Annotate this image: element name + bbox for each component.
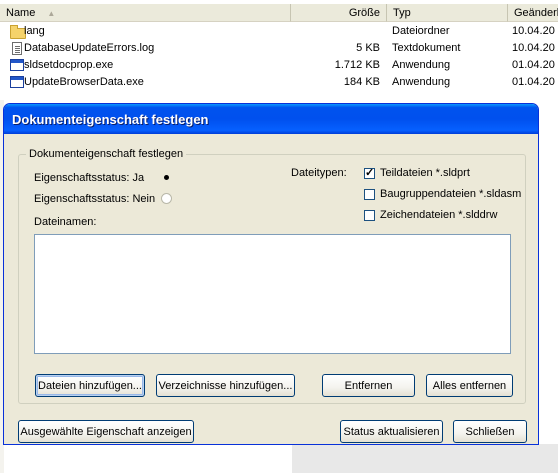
remove-button[interactable]: Entfernen <box>322 374 415 397</box>
file-type: Anwendung <box>392 59 451 71</box>
part-files-label: Teildateien *.sldprt <box>380 167 470 179</box>
close-button[interactable]: Schließen <box>453 420 527 443</box>
add-folders-button[interactable]: Verzeichnisse hinzufügen... <box>156 374 295 397</box>
part-files-checkbox[interactable] <box>364 166 375 179</box>
application-icon <box>10 59 24 71</box>
column-name-label: Name <box>6 7 36 19</box>
filenames-listbox[interactable] <box>34 234 511 354</box>
column-header-type[interactable]: Typ <box>387 4 508 22</box>
sort-ascending-icon: ▲ <box>47 9 56 18</box>
filetypes-label: Dateitypen: <box>291 167 347 179</box>
file-row[interactable]: DatabaseUpdateErrors.log 5 KB Textdokume… <box>0 40 558 57</box>
file-size: 5 KB <box>356 42 380 54</box>
background-area <box>292 444 558 473</box>
file-type: Dateiordner <box>392 25 450 37</box>
drawing-files-label: Zeichendateien *.slddrw <box>380 209 498 221</box>
file-row[interactable]: sldsetdocprop.exe 1.712 KB Anwendung 01.… <box>0 57 558 74</box>
file-date: 01.04.20 <box>512 76 555 88</box>
add-files-button[interactable]: Dateien hinzufügen... <box>35 374 145 397</box>
file-name: UpdateBrowserData.exe <box>24 76 144 88</box>
file-size: 184 KB <box>343 76 380 88</box>
column-size-label: Größe <box>348 7 380 19</box>
file-size: 1.712 KB <box>334 59 380 71</box>
file-row[interactable]: UpdateBrowserData.exe 184 KB Anwendung 0… <box>0 74 558 91</box>
column-header-name[interactable]: Name ▲ <box>0 4 291 22</box>
column-header-date[interactable]: Geänderl <box>508 4 558 22</box>
dialog-title: Dokumenteigenschaft festlegen <box>12 112 209 127</box>
show-selected-property-button[interactable]: Ausgewählte Eigenschaft anzeigen <box>18 420 194 443</box>
column-header-size[interactable]: Größe <box>291 4 387 22</box>
column-type-label: Typ <box>393 7 411 19</box>
text-document-icon <box>12 42 22 55</box>
status-yes-radio[interactable] <box>161 172 172 183</box>
file-type: Textdokument <box>392 42 461 54</box>
drawing-files-checkbox[interactable] <box>364 210 375 221</box>
set-document-property-dialog: Dokumenteigenschaft festlegen Dokumentei… <box>3 103 539 445</box>
remove-all-button[interactable]: Alles entfernen <box>426 374 513 397</box>
status-no-label: Eigenschaftsstatus: Nein <box>34 193 156 205</box>
assembly-files-label: Baugruppendateien *.sldasm <box>380 188 522 200</box>
file-name: DatabaseUpdateErrors.log <box>24 42 155 54</box>
file-name: lang <box>24 25 45 37</box>
filenames-label: Dateinamen: <box>34 216 97 228</box>
file-name: sldsetdocprop.exe <box>24 59 114 71</box>
update-status-button[interactable]: Status aktualisieren <box>340 420 443 443</box>
file-date: 10.04.20 <box>512 42 555 54</box>
groupbox-title: Dokumenteigenschaft festlegen <box>26 148 187 160</box>
file-date: 10.04.20 <box>512 25 555 37</box>
status-no-radio[interactable] <box>161 193 172 204</box>
assembly-files-checkbox[interactable] <box>364 189 375 200</box>
status-yes-label: Eigenschaftsstatus: Ja <box>34 172 145 184</box>
dialog-titlebar[interactable]: Dokumenteigenschaft festlegen <box>4 104 538 134</box>
file-date: 01.04.20 <box>512 59 555 71</box>
file-type: Anwendung <box>392 76 451 88</box>
file-row[interactable]: lang Dateiordner 10.04.20 <box>0 23 558 40</box>
application-icon <box>10 76 24 88</box>
column-date-label: Geänderl <box>514 7 558 19</box>
